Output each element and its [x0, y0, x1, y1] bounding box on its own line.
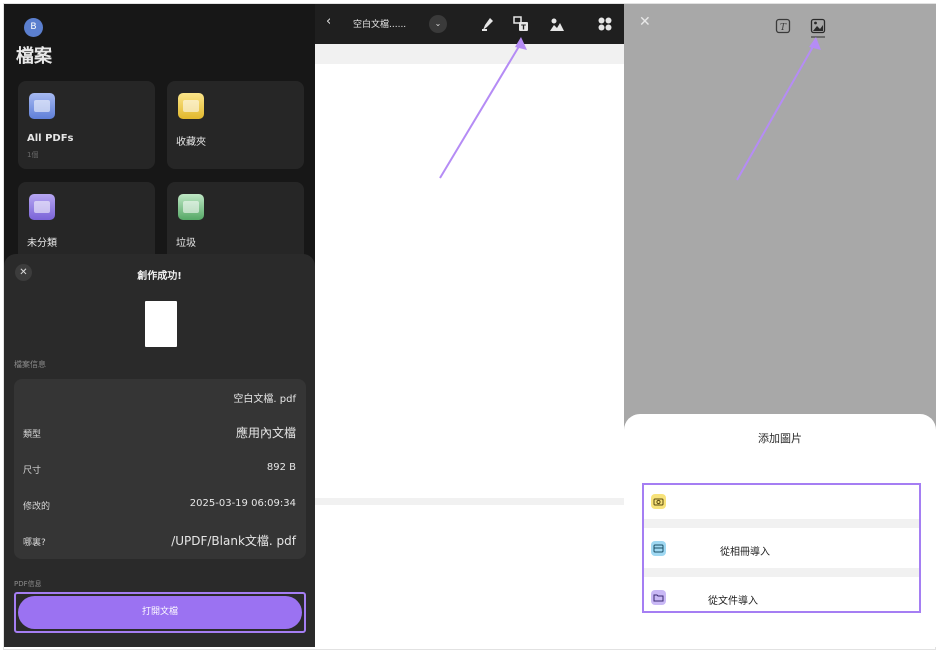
info-row-modified: 修改的 2025-03-19 06:09:34	[14, 487, 306, 523]
uncategorized-folder-icon	[29, 194, 55, 220]
album-icon	[651, 541, 666, 556]
document-thumbnail	[145, 301, 177, 347]
info-value: 應用內文檔	[235, 426, 296, 440]
info-value: 892 B	[266, 462, 296, 473]
folder-icon	[651, 590, 666, 605]
folder-icon	[29, 93, 55, 119]
option-camera[interactable]	[644, 485, 919, 519]
document-title: 空白文檔......	[353, 20, 407, 30]
import-options: 從相冊導入 從文件導入	[642, 483, 921, 613]
text-tool-icon[interactable]: T	[775, 18, 791, 34]
info-row-location: 哪裏? /UPDF/Blank文檔. pdf	[14, 523, 306, 559]
option-album[interactable]: 從相冊導入	[644, 532, 919, 566]
back-icon[interactable]: ‹	[326, 14, 331, 29]
chevron-down-icon[interactable]: ⌄	[429, 15, 447, 33]
info-row-type: 類型 應用內文檔	[14, 415, 306, 451]
card-count: 1個	[27, 151, 39, 159]
info-value: 空白文檔. pdf	[233, 394, 296, 405]
file-info-heading: 檔案信息	[14, 360, 46, 369]
page-gap	[315, 498, 624, 505]
card-all-pdfs[interactable]: All PDFs 1個	[18, 81, 155, 169]
svg-text:T: T	[521, 24, 526, 32]
card-label: All PDFs	[27, 133, 74, 144]
info-row-name: 空白文檔. pdf	[14, 379, 306, 415]
editor-panel: ‹ 空白文檔...... ⌄ T	[315, 4, 624, 647]
option-separator	[644, 519, 919, 528]
star-folder-icon	[178, 93, 204, 119]
active-tool-indicator	[811, 36, 825, 38]
info-key: 哪裏?	[23, 538, 46, 548]
card-label: 垃圾	[176, 238, 196, 249]
add-image-sheet: 添加圖片 從相冊導入 從文件導入	[624, 414, 936, 647]
trash-icon	[178, 194, 204, 220]
option-files[interactable]: 從文件導入	[644, 581, 919, 615]
info-value: /UPDF/Blank文檔. pdf	[171, 534, 296, 548]
pdf-info-heading: PDF信息	[14, 580, 42, 588]
file-info-table: 空白文檔. pdf 類型 應用內文檔 尺寸 892 B 修改的 2025-03-…	[14, 379, 306, 559]
option-label: 從文件導入	[708, 596, 758, 607]
grid-icon[interactable]	[597, 16, 613, 32]
page-title: 檔案	[16, 46, 52, 67]
page-gap	[315, 44, 624, 64]
option-label: 從相冊導入	[720, 547, 770, 558]
info-key: 尺寸	[23, 466, 42, 476]
camera-icon	[651, 494, 666, 509]
svg-text:T: T	[780, 23, 787, 33]
created-success-sheet: ✕ 創作成功! 檔案信息 空白文檔. pdf 類型 應用內文檔 尺寸 892 B…	[4, 254, 315, 647]
editor-toolbar: ‹ 空白文檔...... ⌄ T	[315, 4, 624, 44]
open-document-button[interactable]: 打開文檔	[18, 596, 302, 629]
info-row-size: 尺寸 892 B	[14, 451, 306, 487]
library-panel: B 檔案 All PDFs 1個 收藏夾 未分類 垃圾 ✕ 創作成功! 檔案信息…	[4, 4, 315, 647]
close-icon[interactable]: ✕	[639, 14, 651, 30]
card-label: 未分類	[27, 238, 57, 249]
sheet-title: 添加圖片	[758, 432, 802, 445]
highlighter-icon[interactable]	[479, 16, 495, 32]
info-key: 類型	[23, 430, 42, 440]
info-value: 2025-03-19 06:09:34	[189, 498, 296, 509]
image-tool-icon[interactable]	[810, 18, 826, 34]
card-favorites[interactable]: 收藏夾	[167, 81, 304, 169]
info-key: 修改的	[23, 502, 51, 512]
avatar[interactable]: B	[24, 18, 43, 37]
sheet-title: 創作成功!	[137, 271, 182, 282]
add-image-panel: ✕ T 添加圖片 從相冊導入 從文件導入	[624, 4, 936, 647]
card-label: 收藏夾	[176, 137, 206, 148]
text-box-icon[interactable]: T	[513, 16, 529, 32]
option-separator	[644, 568, 919, 577]
image-icon[interactable]	[549, 16, 565, 32]
